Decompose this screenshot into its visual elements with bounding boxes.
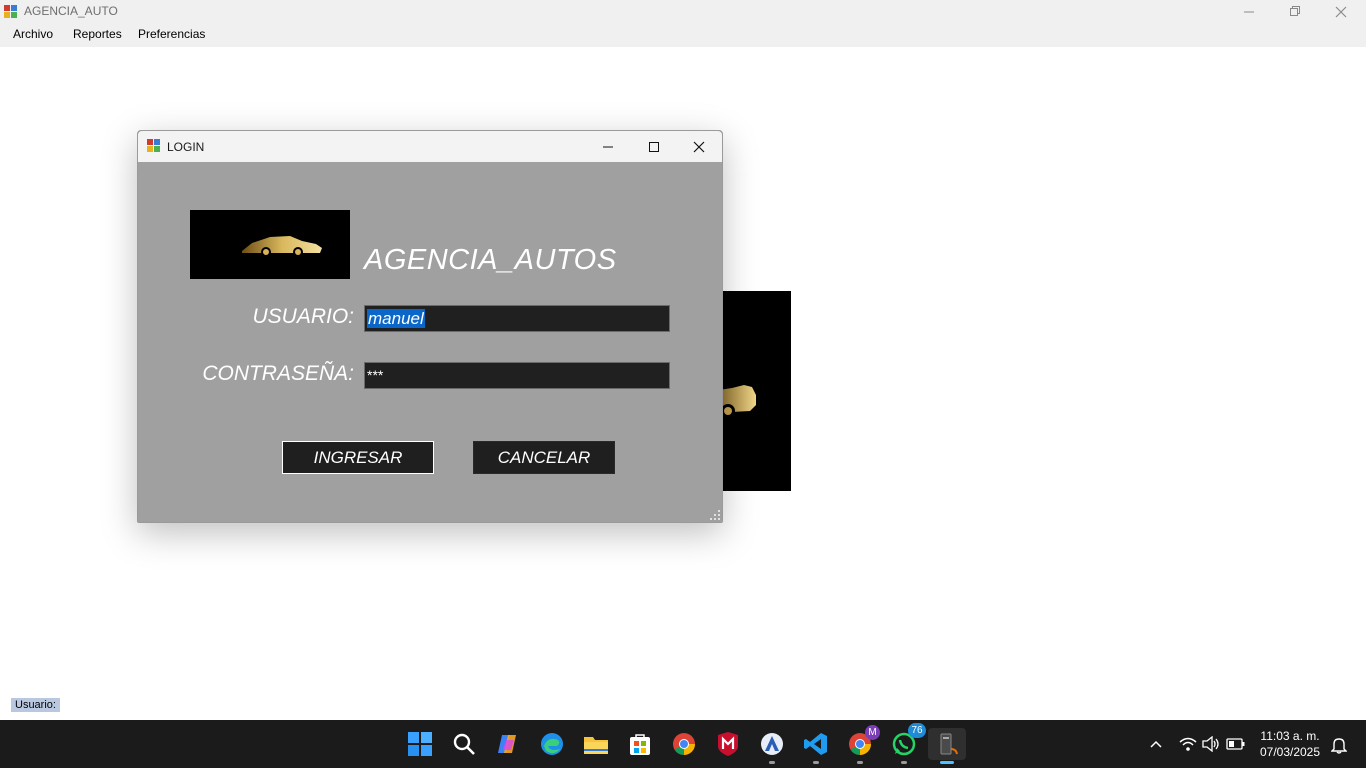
dialog-close-button[interactable] (676, 131, 722, 162)
username-value: manuel (367, 309, 425, 328)
copilot-icon (498, 735, 516, 753)
file-explorer-button[interactable] (580, 728, 612, 760)
resize-grip-icon[interactable] (710, 510, 720, 520)
dialog-maximize-button[interactable] (631, 131, 677, 162)
edge-icon (541, 733, 563, 755)
car-logo-image (190, 210, 350, 279)
mcafee-icon (718, 732, 738, 756)
store-icon (630, 734, 650, 755)
status-user-label: Usuario: (11, 698, 60, 712)
chrome-icon (673, 733, 695, 755)
menu-reportes[interactable]: Reportes (73, 27, 122, 41)
running-indicator (813, 761, 819, 764)
main-title-bar (0, 0, 1366, 23)
app-icon (761, 733, 783, 755)
menu-archivo[interactable]: Archivo (13, 27, 53, 41)
vscode-button[interactable] (800, 728, 832, 764)
login-button[interactable]: INGRESAR (282, 441, 434, 474)
minimize-icon (603, 146, 613, 147)
edge-button[interactable] (536, 728, 568, 760)
username-label: USUARIO: (252, 305, 354, 328)
java-app-button[interactable] (928, 728, 966, 764)
minimize-icon (1243, 11, 1254, 13)
username-input[interactable]: manuel (364, 305, 670, 332)
restore-button[interactable] (1272, 0, 1318, 23)
dialog-minimize-button[interactable] (585, 131, 631, 162)
dialog-app-icon (147, 139, 160, 152)
active-indicator (940, 761, 954, 764)
search-button[interactable] (448, 728, 480, 760)
mcafee-button[interactable] (712, 728, 744, 760)
windows-start-button[interactable] (404, 728, 436, 760)
vscode-icon (804, 733, 827, 755)
clock-date[interactable]: 07/03/2025 (1250, 745, 1330, 759)
maximize-icon (649, 141, 659, 152)
volume-icon[interactable] (1202, 736, 1220, 752)
search-icon (453, 733, 475, 755)
chrome-button[interactable] (668, 728, 700, 760)
minimize-button[interactable] (1226, 0, 1272, 23)
menu-preferencias[interactable]: Preferencias (138, 27, 205, 41)
cancel-button[interactable]: CANCELAR (473, 441, 615, 474)
notification-badge: 76 (908, 723, 926, 738)
notification-bell-icon[interactable] (1331, 736, 1347, 754)
window-title: AGENCIA_AUTO (24, 4, 118, 18)
app-button[interactable] (756, 728, 788, 764)
whatsapp-button[interactable]: 76 (888, 723, 926, 764)
profile-badge: M (865, 725, 880, 740)
app-heading: AGENCIA_AUTOS (364, 244, 617, 276)
running-indicator (901, 761, 907, 764)
app-icon (4, 5, 17, 18)
password-label: CONTRASEÑA: (202, 362, 354, 385)
password-input[interactable]: *** (364, 362, 670, 389)
copilot-button[interactable] (492, 728, 524, 760)
running-indicator (769, 761, 775, 764)
chrome-profile-button[interactable]: M (844, 725, 880, 764)
close-icon (693, 141, 705, 152)
file-explorer-icon (584, 737, 608, 754)
battery-icon[interactable] (1226, 737, 1246, 751)
restore-icon (1289, 6, 1300, 16)
clock-time[interactable]: 11:03 a. m. (1250, 729, 1330, 743)
background-logo-panel (722, 291, 791, 491)
running-indicator (857, 761, 863, 764)
dialog-title: LOGIN (167, 140, 205, 154)
windows-start-icon (408, 732, 432, 756)
close-icon (1335, 6, 1347, 17)
car-logo-image (722, 385, 756, 418)
chevron-up-icon[interactable] (1149, 737, 1163, 751)
store-button[interactable] (624, 728, 656, 760)
java-app-icon (940, 733, 958, 755)
wifi-icon[interactable] (1179, 736, 1197, 752)
login-dialog: LOGIN AGENCIA_AUTOS USUARIO: manuel CONT… (137, 130, 723, 523)
close-button[interactable] (1318, 0, 1364, 23)
